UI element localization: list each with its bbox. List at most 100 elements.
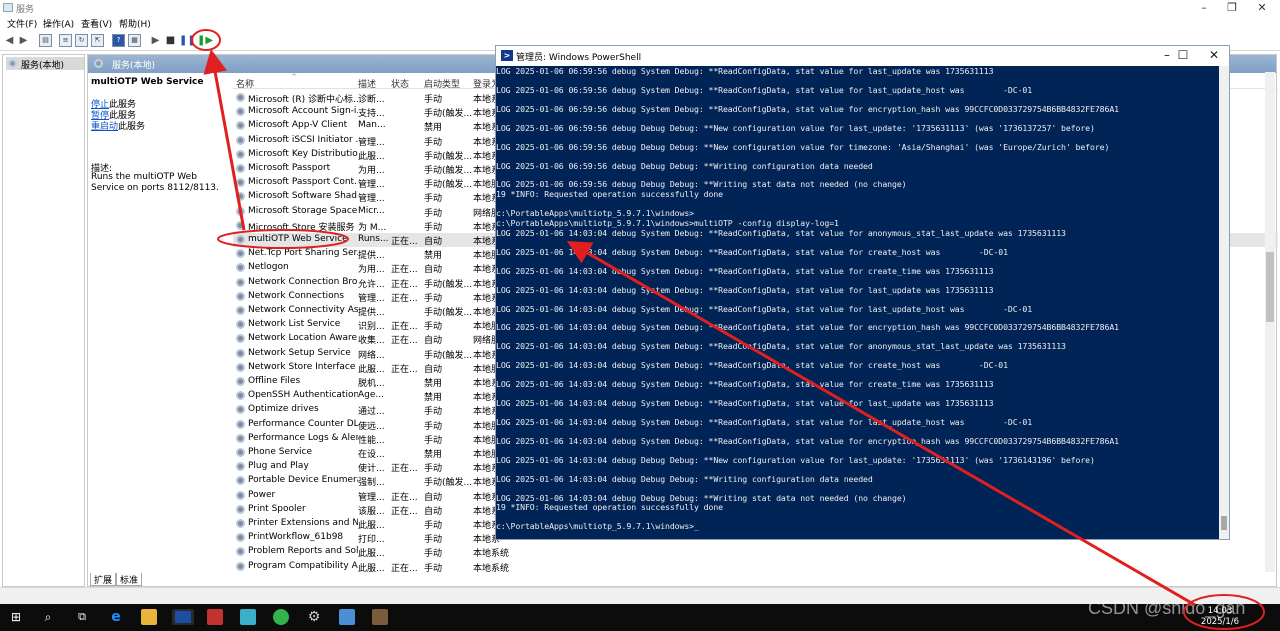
service-gear-icon xyxy=(236,362,245,372)
service-description: 收集... xyxy=(358,336,385,347)
service-description: 在设... xyxy=(358,450,385,460)
service-status: 正在... xyxy=(391,322,418,333)
menu-file[interactable]: 文件(F) xyxy=(7,17,37,30)
restart-service-icon[interactable]: ❚▶ xyxy=(197,34,213,47)
service-logon: 本地系统 xyxy=(473,563,510,574)
service-name: Network Connectivity Ass... xyxy=(248,305,358,315)
ps-maximize-button[interactable]: ☐ xyxy=(1168,48,1198,62)
powershell-console[interactable]: LOG 2025-01-06 06:59:56 debug System Deb… xyxy=(496,66,1219,539)
help-icon[interactable]: ? xyxy=(112,34,125,47)
back-arrow-icon[interactable]: ◀ xyxy=(3,34,16,47)
search-icon[interactable]: ⌕ xyxy=(40,609,56,625)
service-status: 正在... xyxy=(391,265,418,276)
app-window-icon[interactable] xyxy=(339,609,355,625)
service-name: Microsoft Passport xyxy=(248,163,331,173)
ps-close-button[interactable]: ✕ xyxy=(1199,48,1229,62)
settings-gear-icon[interactable]: ⚙ xyxy=(306,609,322,625)
service-description: 允许... xyxy=(358,279,385,290)
app-icon[interactable] xyxy=(240,609,256,625)
service-description: 使远... xyxy=(358,421,385,432)
services-gear-icon xyxy=(8,59,17,68)
task-view-icon[interactable]: ⧉ xyxy=(74,609,90,625)
column-description[interactable]: 描述 xyxy=(358,77,376,90)
column-name[interactable]: 名称 xyxy=(236,77,254,90)
forward-arrow-icon[interactable]: ▶ xyxy=(17,34,30,47)
sort-ascending-icon: ^ xyxy=(291,73,297,81)
edge-browser-icon[interactable]: e xyxy=(108,609,124,625)
file-explorer-icon[interactable] xyxy=(141,609,157,625)
service-gear-icon xyxy=(236,107,245,117)
console-tree-icon[interactable]: ▦ xyxy=(128,34,141,47)
refresh-icon[interactable]: ↻ xyxy=(75,34,88,47)
service-description: Man... xyxy=(358,120,386,131)
service-row[interactable]: Problem Reports and Sol... 此服... 手动 本地系统 xyxy=(233,545,1278,559)
server-manager-icon[interactable] xyxy=(207,609,223,625)
service-name: Program Compatibility A... xyxy=(248,560,358,571)
show-tree-icon[interactable]: ▤ xyxy=(39,34,52,47)
close-button[interactable]: ✕ xyxy=(1250,1,1274,14)
console-line: LOG 2025-01-06 14:03:04 debug System Deb… xyxy=(496,246,1008,257)
console-line: LOG 2025-01-06 14:03:04 debug Debug Debu… xyxy=(496,492,907,503)
service-status: 正在... xyxy=(391,237,418,247)
tab-extended[interactable]: 扩展 xyxy=(90,573,117,586)
console-line: LOG 2025-01-06 06:59:56 debug System Deb… xyxy=(496,103,1119,114)
column-status[interactable]: 状态 xyxy=(391,77,409,90)
start-service-icon[interactable]: ▶ xyxy=(149,34,162,47)
service-gear-icon xyxy=(236,476,245,486)
tree-item-services-local[interactable]: 服务(本地) xyxy=(6,57,84,71)
app-green-icon[interactable] xyxy=(273,609,289,625)
maximize-button[interactable]: ❐ xyxy=(1220,1,1244,14)
menu-help[interactable]: 帮助(H) xyxy=(119,17,151,30)
powershell-scrollbar[interactable] xyxy=(1219,66,1229,539)
service-description: 此服... xyxy=(358,521,385,531)
service-gear-icon xyxy=(236,490,245,500)
service-description: 管理... xyxy=(358,194,385,205)
export-list-icon[interactable]: ⇱ xyxy=(91,34,104,47)
column-startup-type[interactable]: 启动类型 xyxy=(424,77,460,90)
windows-start-icon[interactable]: ⊞ xyxy=(8,609,24,625)
scrollbar-thumb[interactable] xyxy=(1221,516,1227,530)
powershell-window: > 管理员: Windows PowerShell – ☐ ✕ LOG 2025… xyxy=(495,45,1230,540)
pause-service-icon[interactable]: ❚❚ xyxy=(179,34,196,47)
services-app-icon xyxy=(3,3,13,12)
service-description: 此服... xyxy=(358,151,385,162)
service-description: 打印... xyxy=(358,535,385,546)
service-gear-icon xyxy=(236,306,245,315)
service-startup-type: 手动(触发... xyxy=(424,308,472,318)
service-startup-type: 手动 xyxy=(424,222,443,233)
properties-icon[interactable]: ≡ xyxy=(59,34,72,47)
stop-service-icon[interactable]: ■ xyxy=(164,34,177,47)
service-status: 正在... xyxy=(391,364,418,375)
minimize-button[interactable]: – xyxy=(1192,1,1216,14)
console-line: LOG 2025-01-06 14:03:04 debug System Deb… xyxy=(496,435,1119,446)
service-description: 管理... xyxy=(358,137,385,148)
service-gear-icon xyxy=(236,462,245,472)
menu-view[interactable]: 查看(V) xyxy=(81,17,112,30)
service-gear-icon xyxy=(236,121,245,131)
console-line: LOG 2025-01-06 06:59:56 debug System Deb… xyxy=(496,84,1033,95)
restart-service-link[interactable]: 重启动 xyxy=(91,122,118,132)
scrollbar-thumb[interactable] xyxy=(1266,252,1274,322)
service-gear-icon xyxy=(236,519,245,528)
tab-standard[interactable]: 标准 xyxy=(116,573,143,586)
service-startup-type: 手动 xyxy=(424,208,443,219)
console-line: 19 *INFO: Requested operation successful… xyxy=(496,188,723,199)
service-description: 为用... xyxy=(358,166,385,176)
console-line: LOG 2025-01-06 06:59:56 debug Debug Debu… xyxy=(496,141,1110,152)
service-startup-type: 手动 xyxy=(424,95,443,105)
service-description: 为 M... xyxy=(358,222,387,233)
service-startup-type: 手动 xyxy=(424,421,443,432)
console-line: LOG 2025-01-06 14:03:04 debug System Deb… xyxy=(496,303,1033,314)
service-startup-type: 手动(触发... xyxy=(424,350,472,361)
service-gear-icon xyxy=(236,391,245,401)
menu-action[interactable]: 操作(A) xyxy=(43,17,74,30)
console-line: LOG 2025-01-06 14:03:04 debug System Deb… xyxy=(496,360,1008,371)
services-scrollbar[interactable] xyxy=(1265,72,1275,572)
app-box-icon[interactable] xyxy=(372,609,388,625)
service-name: Network Connections xyxy=(248,290,345,301)
service-row[interactable]: Program Compatibility A... 此服... 正在... 手动 本地… xyxy=(233,560,1278,574)
service-startup-type: 手动(触发... xyxy=(424,279,472,290)
service-startup-type: 禁用 xyxy=(424,123,443,134)
console-line: 19 *INFO: Requested operation successful… xyxy=(496,502,723,512)
powershell-taskbar-icon[interactable] xyxy=(172,609,194,625)
